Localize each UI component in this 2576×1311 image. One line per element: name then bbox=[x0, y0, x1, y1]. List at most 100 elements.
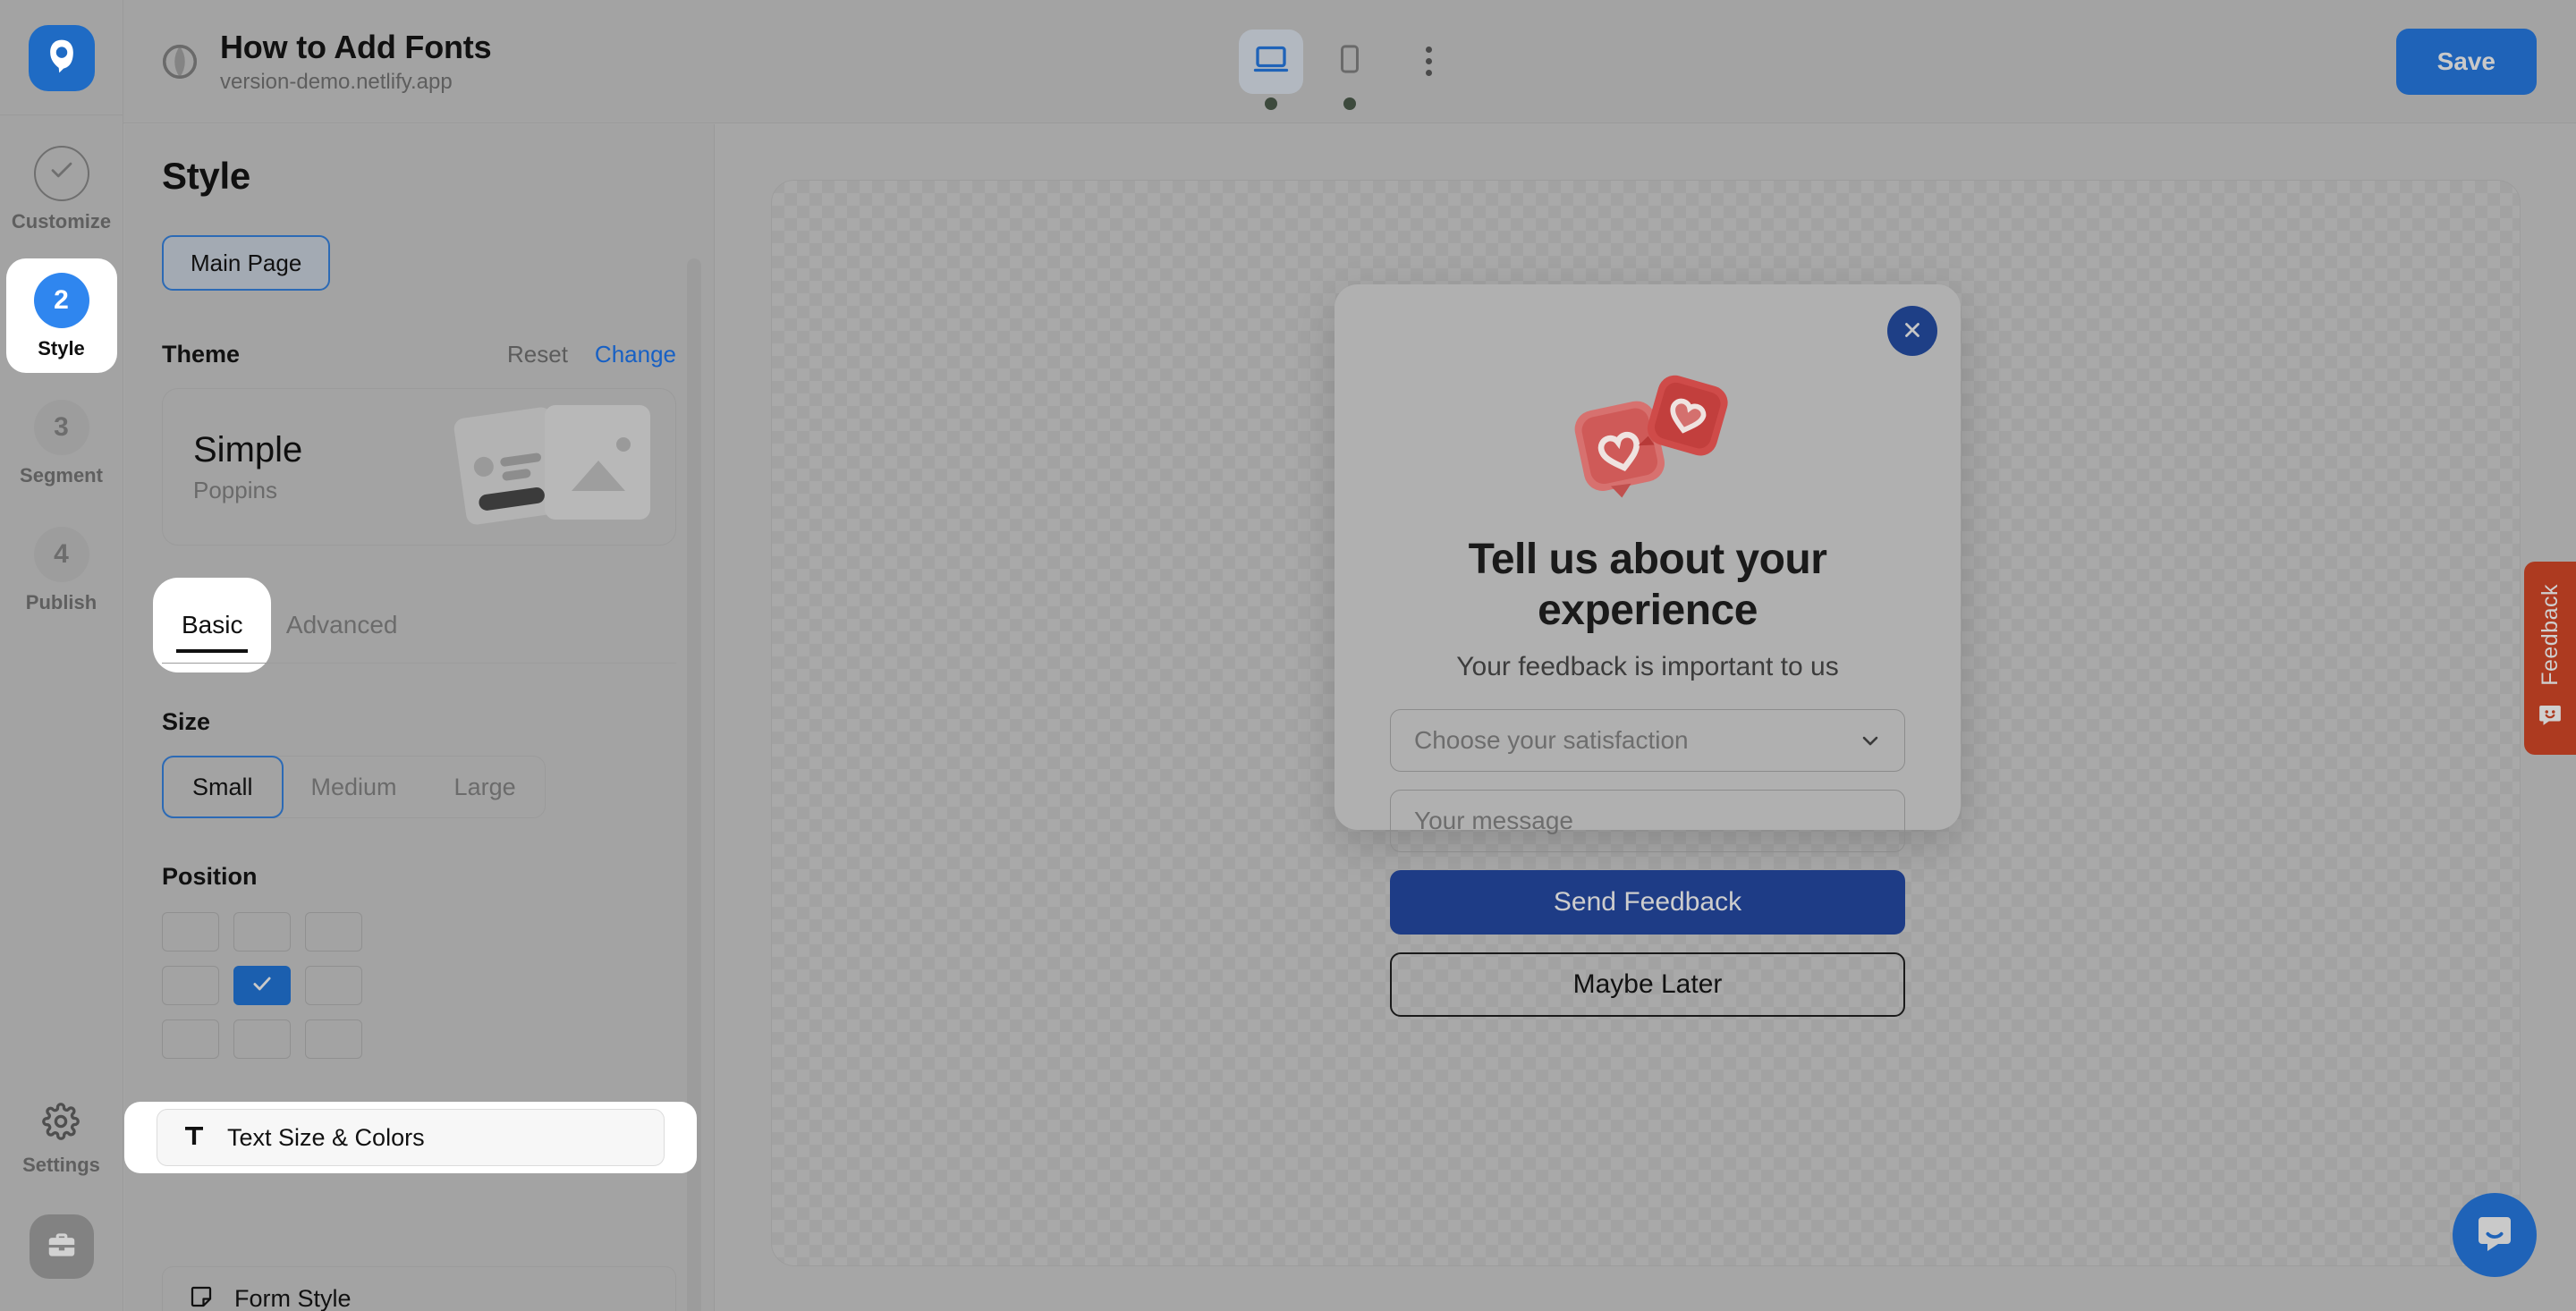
smiley-chat-icon bbox=[2537, 701, 2563, 732]
theme-card[interactable]: Simple Poppins bbox=[162, 388, 676, 546]
hearts-chat-bubbles-icon bbox=[1390, 356, 1905, 526]
desktop-icon bbox=[1253, 44, 1289, 79]
position-cell-top-center[interactable] bbox=[233, 912, 291, 952]
size-option-small[interactable]: Small bbox=[162, 756, 284, 818]
rail-steps: Customize 2 Style 3 Segment 4 Publish bbox=[0, 131, 123, 639]
chat-launcher-button[interactable] bbox=[2453, 1193, 2537, 1277]
style-item-form-style[interactable]: Form Style bbox=[162, 1266, 676, 1311]
device-desktop-button[interactable] bbox=[1239, 29, 1303, 110]
size-option-large[interactable]: Large bbox=[426, 757, 545, 817]
send-feedback-button[interactable]: Send Feedback bbox=[1390, 870, 1905, 935]
theme-label: Theme bbox=[162, 341, 241, 368]
globe-icon bbox=[159, 41, 200, 82]
sidebar-item-label-customize: Customize bbox=[11, 210, 112, 233]
position-label: Position bbox=[162, 863, 258, 890]
position-cell-top-left[interactable] bbox=[162, 912, 219, 952]
step-badge-style: 2 bbox=[33, 273, 89, 328]
save-button[interactable]: Save bbox=[2395, 28, 2537, 95]
tabs-underline bbox=[162, 663, 676, 664]
theme-header-row: Theme Reset Change bbox=[162, 341, 676, 368]
chat-bubble-icon bbox=[2473, 1212, 2516, 1259]
feedback-popup-title: Tell us about your experience bbox=[1468, 536, 1827, 634]
site-url: version-demo.netlify.app bbox=[220, 69, 453, 94]
theme-change-link[interactable]: Change bbox=[595, 341, 676, 368]
workspace-avatar[interactable] bbox=[29, 1214, 94, 1279]
sidebar-item-label-style: Style bbox=[38, 337, 85, 359]
theme-actions: Reset Change bbox=[507, 341, 676, 368]
chevron-down-icon bbox=[1858, 728, 1883, 753]
feedback-popup-body: Tell us about your experience Your feedb… bbox=[1335, 284, 1961, 1018]
top-bar: How to Add Fonts version-demo.netlify.ap… bbox=[123, 0, 2576, 123]
position-cell-middle-right[interactable] bbox=[305, 966, 362, 1005]
app-logo[interactable] bbox=[28, 25, 95, 91]
rail-bottom: Settings bbox=[0, 1103, 123, 1311]
tab-basic[interactable]: Basic bbox=[162, 587, 263, 664]
sidebar-item-publish[interactable]: 4 Publish bbox=[6, 512, 117, 627]
mobile-active-dot bbox=[1343, 97, 1356, 110]
step-badge-segment: 3 bbox=[33, 400, 89, 455]
message-input[interactable]: Your message bbox=[1390, 790, 1905, 853]
page-title: How to Add Fonts bbox=[220, 28, 492, 65]
more-options-button[interactable] bbox=[1396, 30, 1461, 94]
page-selector-chip[interactable]: Main Page bbox=[162, 235, 331, 291]
feedback-popup-subtitle: Your feedback is important to us bbox=[1456, 652, 1839, 682]
theme-thumb-card-back bbox=[545, 405, 650, 520]
theme-name: Simple bbox=[193, 429, 303, 469]
feedback-tab-label: Feedback bbox=[2537, 583, 2563, 686]
close-button[interactable] bbox=[1887, 306, 1937, 356]
check-icon bbox=[48, 156, 75, 190]
position-cell-bottom-left[interactable] bbox=[162, 1019, 219, 1059]
position-cell-bottom-center[interactable] bbox=[233, 1019, 291, 1059]
style-item-text-size-colors[interactable]: Text Size & Colors bbox=[124, 1102, 697, 1173]
kebab-menu-icon bbox=[1425, 44, 1432, 79]
satisfaction-select-placeholder: Choose your satisfaction bbox=[1414, 726, 1689, 755]
style-tabs: Basic Advanced bbox=[162, 587, 676, 664]
size-option-medium[interactable]: Medium bbox=[283, 757, 426, 817]
device-mobile-button[interactable] bbox=[1318, 30, 1382, 110]
sidebar-item-customize[interactable]: Customize bbox=[6, 131, 117, 246]
satisfaction-select[interactable]: Choose your satisfaction bbox=[1390, 709, 1905, 773]
feedback-popup-form: Choose your satisfaction Your message Se… bbox=[1390, 709, 1905, 1018]
sidebar-item-segment[interactable]: 3 Segment bbox=[6, 385, 117, 500]
position-cell-top-right[interactable] bbox=[305, 912, 362, 952]
style-item-label: Text Size & Colors bbox=[227, 1123, 425, 1151]
theme-thumbnail bbox=[453, 400, 652, 534]
theme-reset-link[interactable]: Reset bbox=[507, 341, 568, 368]
position-cell-bottom-right[interactable] bbox=[305, 1019, 362, 1059]
sidebar-item-settings[interactable]: Settings bbox=[22, 1103, 100, 1177]
site-info: How to Add Fonts version-demo.netlify.ap… bbox=[159, 28, 492, 95]
style-item-label: Form Style bbox=[234, 1284, 352, 1311]
theme-font: Poppins bbox=[193, 476, 277, 503]
style-panel-title: Style bbox=[162, 155, 250, 197]
position-grid bbox=[162, 912, 676, 1059]
size-segmented-control: Small Medium Large bbox=[162, 756, 546, 818]
briefcase-icon bbox=[45, 1228, 79, 1266]
sidebar-item-label-publish: Publish bbox=[25, 591, 97, 613]
popupsmart-logo-icon bbox=[42, 37, 81, 80]
text-icon bbox=[181, 1122, 208, 1154]
sidebar-item-label-segment: Segment bbox=[20, 464, 103, 486]
sidebar-item-label-settings: Settings bbox=[22, 1154, 100, 1176]
tab-advanced[interactable]: Advanced bbox=[267, 587, 418, 664]
rail-divider bbox=[0, 114, 123, 115]
feedback-popup-preview: Tell us about your experience Your feedb… bbox=[1335, 284, 1961, 1018]
position-cell-middle-center[interactable] bbox=[233, 966, 291, 1005]
feedback-tab[interactable]: Feedback bbox=[2524, 562, 2576, 755]
site-text: How to Add Fonts version-demo.netlify.ap… bbox=[220, 28, 492, 95]
left-rail: Customize 2 Style 3 Segment 4 Publish Se… bbox=[0, 0, 123, 1311]
theme-card-text: Simple Poppins bbox=[193, 430, 302, 504]
step-badge-customize bbox=[33, 146, 89, 201]
sidebar-item-style[interactable]: 2 Style bbox=[5, 258, 117, 373]
maybe-later-button[interactable]: Maybe Later bbox=[1390, 952, 1905, 1018]
position-cell-middle-left[interactable] bbox=[162, 966, 219, 1005]
message-input-placeholder: Your message bbox=[1414, 807, 1573, 835]
device-toggle-group bbox=[1239, 29, 1461, 110]
style-item-text-size-colors-inner[interactable]: Text Size & Colors bbox=[157, 1109, 665, 1166]
mobile-icon bbox=[1332, 44, 1368, 79]
app-root: Customize 2 Style 3 Segment 4 Publish Se… bbox=[0, 0, 2576, 1311]
close-icon bbox=[1901, 318, 1924, 344]
size-label: Size bbox=[162, 708, 211, 735]
step-badge-publish: 4 bbox=[33, 527, 89, 582]
desktop-active-dot bbox=[1265, 97, 1277, 110]
gear-icon bbox=[42, 1103, 80, 1145]
